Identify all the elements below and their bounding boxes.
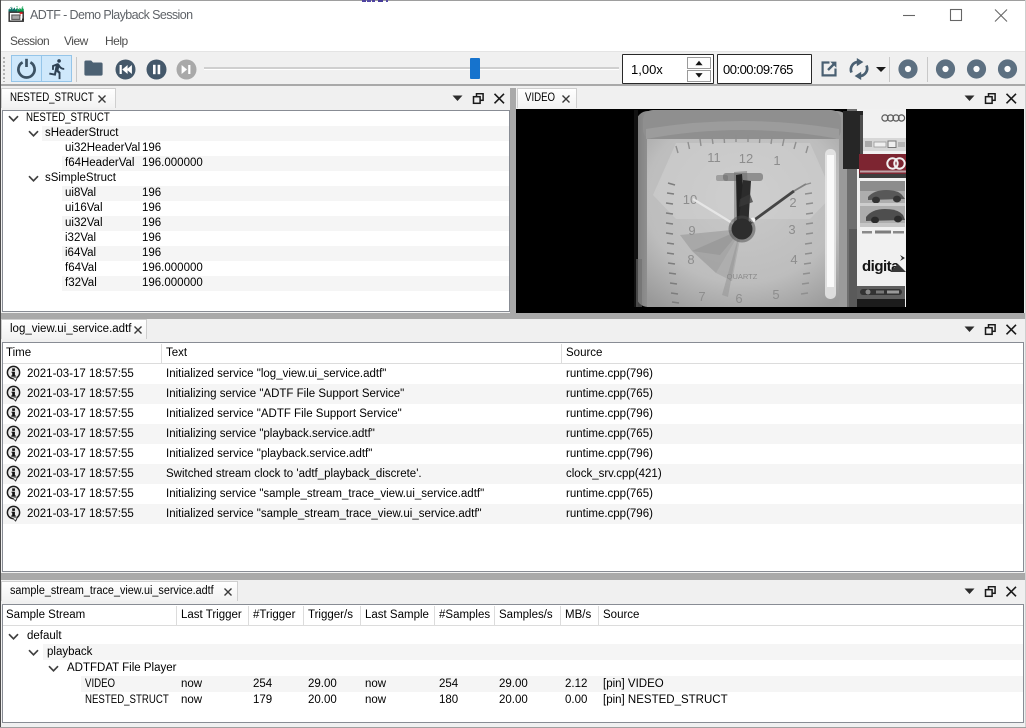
svg-text:QUARTZ: QUARTZ bbox=[727, 272, 758, 281]
svg-text:5: 5 bbox=[772, 287, 779, 302]
svg-text:12: 12 bbox=[739, 151, 753, 166]
svg-text:3: 3 bbox=[788, 222, 795, 237]
svg-text:digita: digita bbox=[862, 258, 900, 275]
svg-text:1: 1 bbox=[773, 153, 780, 168]
svg-text:2: 2 bbox=[789, 195, 796, 210]
svg-text:11: 11 bbox=[707, 150, 721, 165]
svg-text:4: 4 bbox=[790, 252, 797, 267]
svg-text:7: 7 bbox=[698, 289, 705, 304]
svg-text:8: 8 bbox=[687, 252, 694, 267]
svg-text:6: 6 bbox=[735, 291, 742, 306]
